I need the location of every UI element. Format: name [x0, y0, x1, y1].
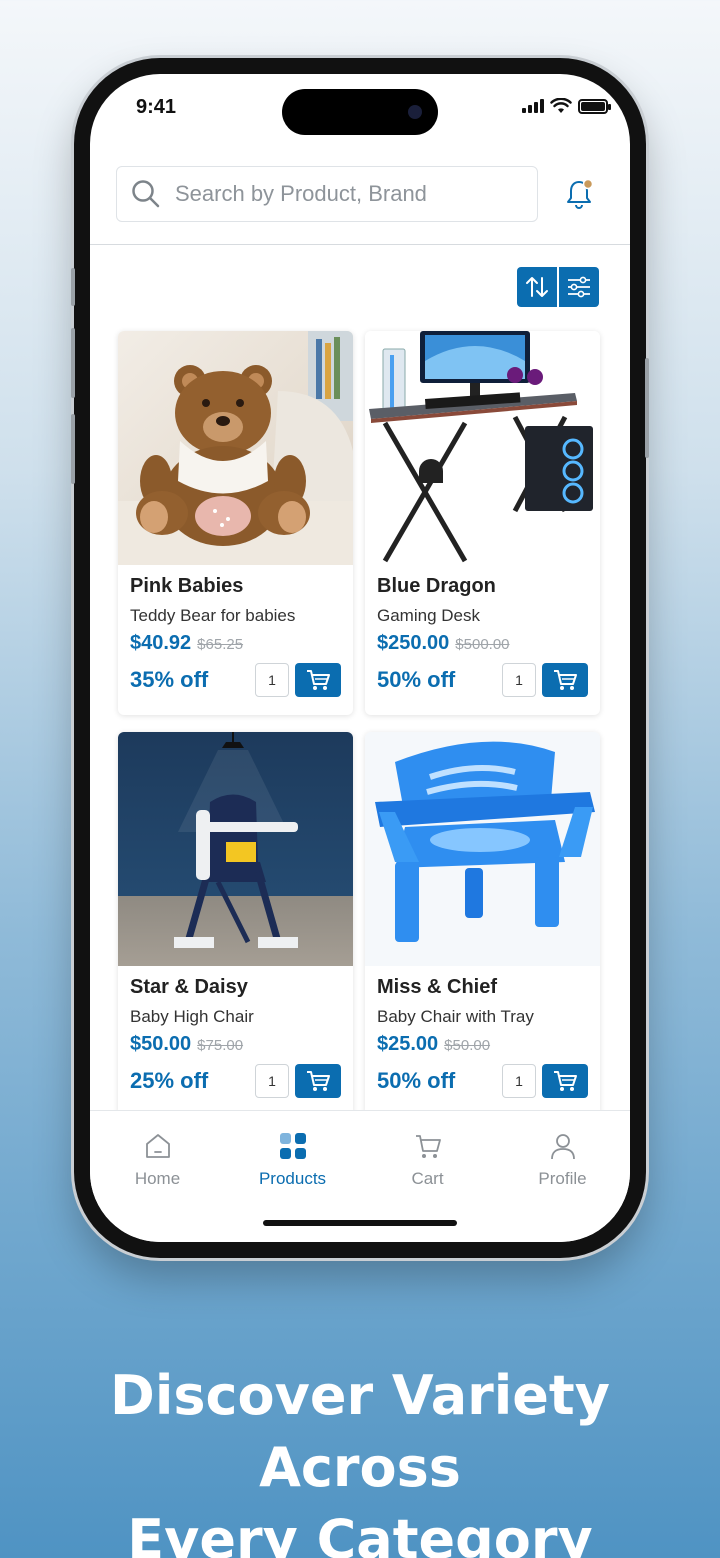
add-to-cart-button[interactable]: [295, 1064, 341, 1098]
product-brand: Pink Babies: [130, 575, 244, 597]
cart-icon: [554, 670, 577, 690]
status-time: 9:41: [136, 96, 177, 118]
high-chair-image: [174, 732, 298, 948]
notification-bell-icon[interactable]: [564, 178, 594, 210]
product-price: $250.00: [377, 632, 450, 654]
teddy-bear-image: [118, 331, 353, 565]
phone-frame: 9:41 Search by Product, Brand Pink Babie…: [71, 58, 649, 1258]
product-discount: 50% off: [377, 1068, 456, 1093]
product-price: $50.00: [130, 1033, 192, 1055]
product-brand: Blue Dragon: [377, 575, 496, 597]
tab-profile-label: Profile: [538, 1169, 587, 1188]
power-button: [645, 358, 649, 458]
product-description: Gaming Desk: [377, 606, 480, 625]
product-description: Teddy Bear for babies: [130, 606, 296, 625]
sort-filter-group: [517, 267, 599, 307]
product-discount: 35% off: [130, 667, 209, 692]
product-brand: Star & Daisy: [130, 976, 248, 998]
volume-up-button: [71, 328, 75, 398]
add-to-cart-button[interactable]: [542, 663, 588, 697]
user-icon: [550, 1134, 575, 1160]
product-price: $25.00: [377, 1033, 439, 1055]
search-input[interactable]: Search by Product, Brand: [116, 166, 538, 222]
signal-icon: [522, 99, 544, 113]
tab-home-label: Home: [134, 1169, 181, 1188]
home-icon: [145, 1134, 170, 1158]
filter-sliders-icon: [568, 276, 590, 298]
headline-line-1: Discover Variety Across: [110, 1364, 610, 1499]
volume-down-button: [71, 414, 75, 484]
search-placeholder: Search by Product, Brand: [175, 181, 427, 206]
search-icon: [132, 180, 160, 208]
tab-products-label: Products: [258, 1169, 327, 1188]
header-divider: [90, 244, 630, 245]
product-old-price: $500.00: [455, 636, 510, 653]
product-brand: Miss & Chief: [377, 976, 498, 998]
headline-line-2: Every Category: [127, 1508, 593, 1558]
tab-home[interactable]: Home: [90, 1111, 225, 1242]
gaming-desk-image: [369, 331, 593, 563]
product-discount: 25% off: [130, 1068, 209, 1093]
quantity-input[interactable]: 1: [255, 663, 289, 697]
product-old-price: $50.00: [444, 1037, 491, 1054]
product-old-price: $65.25: [197, 636, 244, 653]
battery-icon: [578, 98, 611, 114]
status-icons: [522, 98, 611, 114]
add-to-cart-button[interactable]: [295, 663, 341, 697]
baby-chair-image: [375, 741, 595, 942]
dynamic-island: [282, 89, 438, 135]
marketing-headline: Discover Variety Across Every Category: [0, 1360, 720, 1558]
product-card[interactable]: Miss & Chief Baby Chair with Tray $25.00…: [365, 732, 600, 1116]
wifi-icon: [550, 98, 572, 113]
product-old-price: $75.00: [197, 1037, 244, 1054]
product-image-baby-chair: [365, 732, 600, 966]
cart-icon: [307, 670, 330, 690]
product-card[interactable]: Pink Babies Teddy Bear for babies $40.92…: [118, 331, 353, 715]
product-image-teddy-bear: [118, 331, 353, 565]
home-indicator[interactable]: [263, 1220, 457, 1226]
filter-button[interactable]: [559, 267, 599, 307]
product-card[interactable]: Blue Dragon Gaming Desk $250.00 $500.00 …: [365, 331, 600, 715]
product-card[interactable]: Star & Daisy Baby High Chair $50.00 $75.…: [118, 732, 353, 1116]
cart-icon: [415, 1135, 441, 1158]
add-to-cart-button[interactable]: [542, 1064, 588, 1098]
quantity-input[interactable]: 1: [255, 1064, 289, 1098]
product-image-high-chair: [118, 732, 353, 966]
product-discount: 50% off: [377, 667, 456, 692]
product-description: Baby Chair with Tray: [377, 1007, 534, 1026]
quantity-input[interactable]: 1: [502, 663, 536, 697]
quantity-input[interactable]: 1: [502, 1064, 536, 1098]
app-screen: 9:41 Search by Product, Brand Pink Babie…: [90, 74, 630, 1242]
tab-cart-label: Cart: [411, 1169, 444, 1188]
product-description: Baby High Chair: [130, 1007, 254, 1026]
sort-arrows-icon: [526, 277, 548, 297]
cart-icon: [554, 1071, 577, 1091]
grid-icon: [279, 1133, 306, 1159]
product-image-gaming-desk: [365, 331, 600, 565]
tab-profile[interactable]: Profile: [495, 1111, 630, 1242]
sort-button[interactable]: [517, 267, 557, 307]
action-button: [71, 268, 75, 306]
cart-icon: [307, 1071, 330, 1091]
product-price: $40.92: [130, 632, 192, 654]
